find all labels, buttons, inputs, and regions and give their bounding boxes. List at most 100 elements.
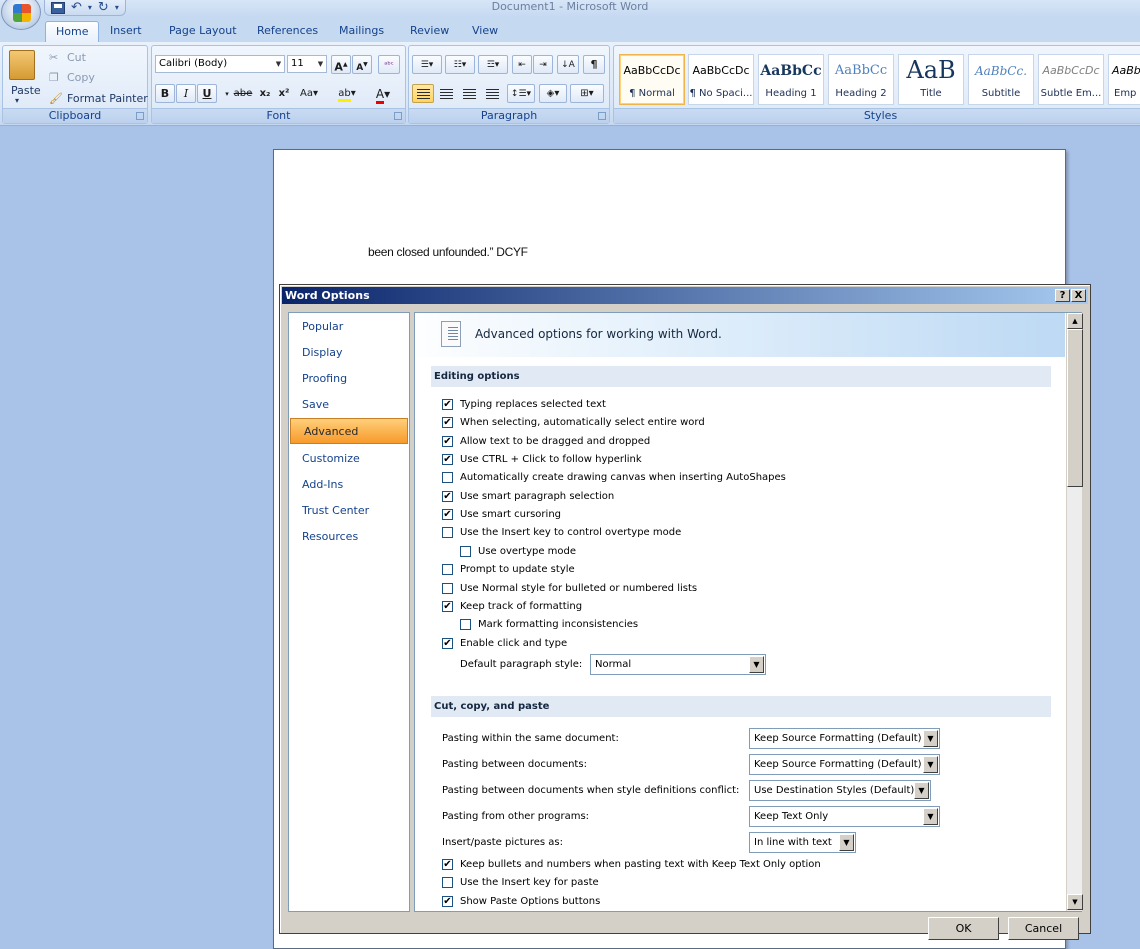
grow-font-button[interactable]: A▲ (331, 55, 351, 74)
strikethrough-button[interactable]: abe (231, 84, 255, 103)
cancel-button[interactable]: Cancel (1008, 917, 1079, 940)
italic-button[interactable]: I (176, 84, 196, 103)
checkbox-checked[interactable]: ✔ (442, 637, 453, 649)
checkbox-checked[interactable]: ✔ (442, 399, 453, 410)
nav-display[interactable]: Display (289, 340, 409, 366)
subscript-button[interactable]: x₂ (256, 84, 274, 103)
checkbox-unchecked[interactable] (460, 619, 471, 631)
cut-button[interactable]: Cut (67, 51, 86, 64)
vertical-scrollbar[interactable]: ▲ ▼ (1066, 313, 1083, 911)
redo-icon[interactable]: ↻ (98, 1, 109, 14)
font-launcher-icon[interactable] (394, 112, 402, 120)
bullets-button[interactable]: ☰▾ (412, 55, 442, 74)
nav-resources[interactable]: Resources (289, 524, 409, 550)
tab-home[interactable]: Home (45, 21, 100, 42)
chevron-down-icon[interactable]: ▼ (273, 56, 284, 72)
tab-references[interactable]: References (247, 21, 328, 42)
nav-add-ins[interactable]: Add-Ins (289, 472, 409, 498)
show-formatting-button[interactable]: ¶ (583, 55, 605, 74)
paste-setting-select[interactable]: In line with text ▼ (749, 832, 856, 853)
help-button[interactable]: ? (1055, 289, 1070, 302)
tab-review[interactable]: Review (400, 21, 459, 42)
multilevel-list-button[interactable]: ☲▾ (478, 55, 508, 74)
align-left-button[interactable] (412, 84, 434, 103)
undo-dropdown-icon[interactable]: ▾ (88, 2, 92, 14)
font-color-button[interactable]: A▾ (368, 84, 398, 104)
paste-setting-select[interactable]: Keep Text Only ▼ (749, 806, 940, 827)
chevron-down-icon[interactable]: ▼ (923, 808, 938, 825)
bold-button[interactable]: B (155, 84, 175, 103)
shading-button[interactable]: ◈▾ (539, 84, 567, 103)
checkbox-checked[interactable]: ✔ (442, 509, 453, 521)
tab-page-layout[interactable]: Page Layout (159, 21, 247, 42)
paragraph-launcher-icon[interactable] (598, 112, 606, 120)
paste-dropdown-icon[interactable]: ▾ (15, 96, 19, 105)
align-right-button[interactable] (458, 84, 480, 103)
paste-setting-select[interactable]: Keep Source Formatting (Default) ▼ (749, 754, 940, 775)
scroll-thumb[interactable] (1067, 329, 1083, 487)
nav-advanced[interactable]: Advanced (290, 418, 408, 444)
nav-proofing[interactable]: Proofing (289, 366, 409, 392)
chevron-down-icon[interactable]: ▼ (923, 756, 938, 773)
checkbox-checked[interactable]: ✔ (442, 490, 453, 502)
save-icon[interactable] (51, 1, 65, 14)
customize-qat-icon[interactable]: ▾ (115, 2, 119, 14)
chevron-down-icon[interactable]: ▼ (914, 782, 929, 799)
checkbox-unchecked[interactable] (442, 472, 453, 484)
tab-mailings[interactable]: Mailings (329, 21, 394, 42)
checkbox-unchecked[interactable] (460, 545, 471, 557)
sort-button[interactable]: ↓A (557, 55, 579, 74)
format-painter-button[interactable]: Format Painter (67, 92, 148, 105)
checkbox-checked[interactable]: ✔ (442, 435, 453, 447)
style-heading-1[interactable]: AaBbCc Heading 1 (758, 54, 824, 105)
checkbox-unchecked[interactable] (442, 527, 453, 539)
paste-setting-select[interactable]: Keep Source Formatting (Default) ▼ (749, 728, 940, 749)
nav-popular[interactable]: Popular (289, 314, 409, 340)
ok-button[interactable]: OK (928, 917, 999, 940)
close-button[interactable]: X (1071, 289, 1086, 302)
chevron-down-icon[interactable]: ▼ (315, 56, 326, 72)
shrink-font-button[interactable]: A▼ (352, 55, 372, 74)
numbering-button[interactable]: ☷▾ (445, 55, 475, 74)
highlight-button[interactable]: ab▾ (332, 84, 362, 103)
font-name-combo[interactable]: Calibri (Body) ▼ (155, 55, 285, 73)
checkbox-checked[interactable]: ✔ (442, 454, 453, 466)
change-case-button[interactable]: Aa▾ (296, 84, 322, 103)
chevron-down-icon[interactable]: ▼ (839, 834, 854, 851)
tab-view[interactable]: View (462, 21, 508, 42)
style-no-spacing[interactable]: AaBbCcDc ¶ No Spaci... (688, 54, 754, 105)
chevron-down-icon[interactable]: ▼ (923, 730, 938, 747)
nav-save[interactable]: Save (289, 392, 409, 418)
justify-button[interactable] (481, 84, 503, 103)
checkbox-checked[interactable]: ✔ (442, 895, 453, 907)
clear-formatting-button[interactable]: ᵃᵇᶜ (378, 55, 400, 74)
decrease-indent-button[interactable]: ⇤ (512, 55, 532, 74)
checkbox-checked[interactable]: ✔ (442, 417, 453, 429)
paste-icon[interactable] (9, 50, 35, 80)
style-normal[interactable]: AaBbCcDc ¶ Normal (619, 54, 685, 105)
style-heading-2[interactable]: AaBbCc Heading 2 (828, 54, 894, 105)
borders-button[interactable]: ⊞▾ (570, 84, 604, 103)
nav-customize[interactable]: Customize (289, 446, 409, 472)
checkbox-unchecked[interactable] (442, 564, 453, 576)
checkbox-unchecked[interactable] (442, 877, 453, 889)
style-title[interactable]: AaB Title (898, 54, 964, 105)
nav-trust-center[interactable]: Trust Center (289, 498, 409, 524)
underline-button[interactable]: U (197, 84, 217, 103)
style-emphasis[interactable]: AaBb Emp (1108, 54, 1140, 105)
chevron-down-icon[interactable]: ▼ (749, 656, 764, 673)
undo-icon[interactable]: ↶ (71, 1, 82, 14)
scroll-down-icon[interactable]: ▼ (1067, 894, 1083, 910)
line-spacing-button[interactable]: ↕☰▾ (507, 84, 535, 103)
style-subtitle[interactable]: AaBbCc. Subtitle (968, 54, 1034, 105)
tab-insert[interactable]: Insert (100, 21, 152, 42)
paste-setting-select[interactable]: Use Destination Styles (Default) ▼ (749, 780, 931, 801)
increase-indent-button[interactable]: ⇥ (533, 55, 553, 74)
align-center-button[interactable] (435, 84, 457, 103)
copy-button[interactable]: Copy (67, 71, 95, 84)
clipboard-launcher-icon[interactable] (136, 112, 144, 120)
default-paragraph-style-select[interactable]: Normal ▼ (590, 654, 766, 675)
checkbox-unchecked[interactable] (442, 582, 453, 594)
font-size-combo[interactable]: 11 ▼ (287, 55, 327, 73)
style-subtle-emphasis[interactable]: AaBbCcDc Subtle Em... (1038, 54, 1104, 105)
